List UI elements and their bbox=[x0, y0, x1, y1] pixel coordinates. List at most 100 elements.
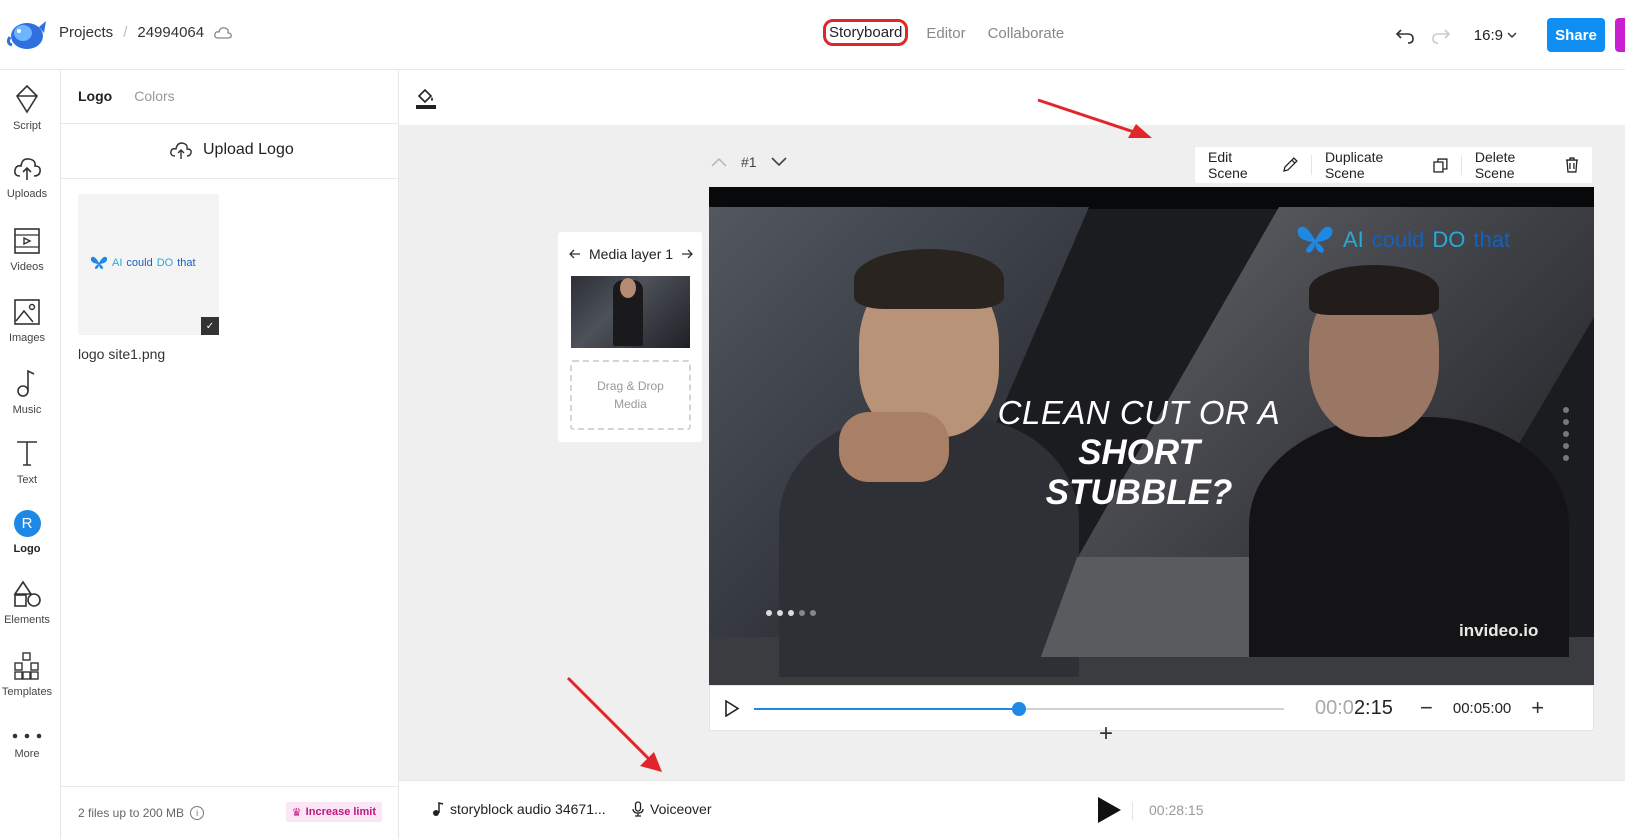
slide-dots bbox=[766, 610, 816, 616]
increase-limit-label: Increase limit bbox=[305, 806, 376, 818]
rail-label-text: Text bbox=[16, 474, 38, 486]
logo-word-3: DO bbox=[156, 257, 174, 269]
arrow-right-icon[interactable] bbox=[681, 249, 693, 259]
dot bbox=[1563, 455, 1569, 461]
rail-item-music[interactable]: Music bbox=[0, 368, 54, 416]
app-logo-icon[interactable] bbox=[6, 17, 46, 53]
scrub-handle[interactable] bbox=[1012, 702, 1026, 716]
tab-editor[interactable]: Editor bbox=[922, 22, 969, 46]
increase-limit-button[interactable]: ♛ Increase limit bbox=[285, 802, 382, 822]
left-rail: Script Uploads Videos Images Music Text … bbox=[0, 70, 61, 839]
copy-icon bbox=[1433, 157, 1448, 173]
add-scene-button[interactable]: + bbox=[1099, 720, 1113, 748]
info-icon[interactable]: i bbox=[190, 806, 205, 820]
rail-label-script: Script bbox=[12, 120, 42, 132]
rail-label-logo: Logo bbox=[13, 543, 41, 555]
tab-colors[interactable]: Colors bbox=[134, 88, 174, 104]
tab-collaborate[interactable]: Collaborate bbox=[984, 22, 1069, 46]
tab-storyboard[interactable]: Storyboard bbox=[823, 19, 909, 46]
upload-cloud-icon bbox=[170, 142, 192, 159]
project-id[interactable]: 24994064 bbox=[137, 24, 204, 41]
overlay-logo-word-2: could bbox=[1371, 227, 1425, 252]
rail-item-images[interactable]: Images bbox=[0, 298, 54, 344]
logo-panel: Logo Colors Upload Logo AI could DO that… bbox=[61, 70, 399, 839]
rail-item-logo[interactable]: R Logo bbox=[0, 510, 54, 555]
undo-icon[interactable] bbox=[1394, 24, 1416, 46]
current-time: 00:02:15 bbox=[1315, 697, 1393, 720]
pencil-icon bbox=[1283, 157, 1298, 172]
edit-scene-button[interactable]: Edit Scene bbox=[1195, 149, 1311, 181]
duration-control: − 00:05:00 + bbox=[1420, 697, 1544, 719]
decrease-duration-button[interactable]: − bbox=[1420, 697, 1433, 719]
dot bbox=[1563, 431, 1569, 437]
rail-item-videos[interactable]: Videos bbox=[0, 227, 54, 273]
rail-item-templates[interactable]: Templates bbox=[0, 652, 54, 698]
logo-avatar-icon: R bbox=[13, 510, 41, 537]
play-icon[interactable] bbox=[724, 700, 740, 717]
dot bbox=[777, 610, 783, 616]
share-button[interactable]: Share bbox=[1547, 18, 1605, 52]
divider bbox=[61, 123, 399, 124]
dot bbox=[1563, 443, 1569, 449]
rail-item-text[interactable]: Text bbox=[0, 438, 54, 486]
increase-duration-button[interactable]: + bbox=[1531, 697, 1544, 719]
selected-check-icon[interactable]: ✓ bbox=[201, 317, 219, 335]
scene-preview[interactable]: AI could DO that CLEAN CUT OR A SHORT ST… bbox=[709, 187, 1594, 685]
chevron-up-icon[interactable] bbox=[711, 157, 727, 167]
upgrade-button[interactable] bbox=[1615, 18, 1625, 52]
top-actions: 16:9 Share bbox=[1394, 18, 1625, 52]
overlay-logo-word-4: that bbox=[1473, 227, 1511, 252]
logo-file-thumbnail[interactable]: AI could DO that ✓ bbox=[78, 194, 219, 335]
dot bbox=[1563, 407, 1569, 413]
image-icon bbox=[14, 299, 40, 325]
rail-item-uploads[interactable]: Uploads bbox=[0, 154, 54, 200]
rail-label-elements: Elements bbox=[4, 614, 50, 626]
upload-logo-button[interactable]: Upload Logo bbox=[169, 140, 294, 160]
dot bbox=[766, 610, 772, 616]
overlay-headline: CLEAN CUT OR A SHORT STUBBLE? bbox=[989, 393, 1289, 513]
templates-icon bbox=[14, 652, 39, 680]
rail-item-more[interactable]: More bbox=[0, 730, 54, 760]
tab-logo[interactable]: Logo bbox=[78, 88, 112, 104]
redo-icon[interactable] bbox=[1430, 24, 1452, 46]
drop-zone-text: Drag & Drop Media bbox=[597, 377, 664, 413]
scene-number: #1 bbox=[741, 154, 757, 170]
watermark: invideo.io bbox=[1459, 621, 1539, 640]
dot bbox=[810, 610, 816, 616]
rail-item-script[interactable]: Script bbox=[0, 84, 54, 132]
crown-icon: ♛ bbox=[291, 806, 302, 819]
overlay-logo-word-1: AI bbox=[1343, 227, 1364, 252]
cloud-saved-icon bbox=[214, 26, 232, 39]
music-note-icon bbox=[433, 802, 444, 816]
rail-label-music: Music bbox=[12, 404, 42, 416]
audio-track[interactable]: storyblock audio 34671... bbox=[432, 801, 606, 817]
audio-track-label: storyblock audio 34671... bbox=[450, 801, 606, 817]
overlay-logo-word-3: DO bbox=[1432, 227, 1466, 252]
play-all-icon[interactable] bbox=[1096, 796, 1122, 824]
paint-bucket-icon[interactable] bbox=[415, 86, 437, 110]
rail-item-elements[interactable]: Elements bbox=[0, 580, 54, 626]
breadcrumb-projects[interactable]: Projects bbox=[59, 24, 113, 41]
logo-word-4: that bbox=[177, 257, 196, 269]
music-note-icon bbox=[17, 369, 35, 397]
voiceover-button[interactable]: Voiceover bbox=[632, 801, 711, 817]
preview-top-strip bbox=[709, 187, 1594, 209]
drag-drop-media-zone[interactable]: Drag & Drop Media bbox=[570, 360, 691, 430]
arrow-left-icon[interactable] bbox=[569, 249, 581, 259]
aspect-ratio-value: 16:9 bbox=[1473, 26, 1503, 44]
chevron-down-icon[interactable] bbox=[771, 157, 787, 167]
rail-label-uploads: Uploads bbox=[6, 188, 48, 200]
butterfly-icon bbox=[90, 256, 108, 269]
mode-switch: Storyboard Editor Collaborate bbox=[823, 19, 1082, 46]
person-left-hand bbox=[839, 412, 949, 482]
logo-word-1: AI bbox=[112, 257, 123, 269]
rail-label-more: More bbox=[14, 748, 40, 760]
media-thumbnail[interactable] bbox=[571, 276, 690, 348]
duplicate-scene-button[interactable]: Duplicate Scene bbox=[1310, 149, 1461, 181]
scrub-track[interactable] bbox=[754, 702, 1284, 716]
headline-line-1: CLEAN CUT OR A bbox=[997, 394, 1281, 431]
aspect-ratio-select[interactable]: 16:9 bbox=[1474, 27, 1517, 44]
drop-zone-line-2: Media bbox=[614, 397, 647, 411]
logo-word-2: could bbox=[126, 257, 153, 269]
delete-scene-button[interactable]: Delete Scene bbox=[1460, 149, 1592, 181]
